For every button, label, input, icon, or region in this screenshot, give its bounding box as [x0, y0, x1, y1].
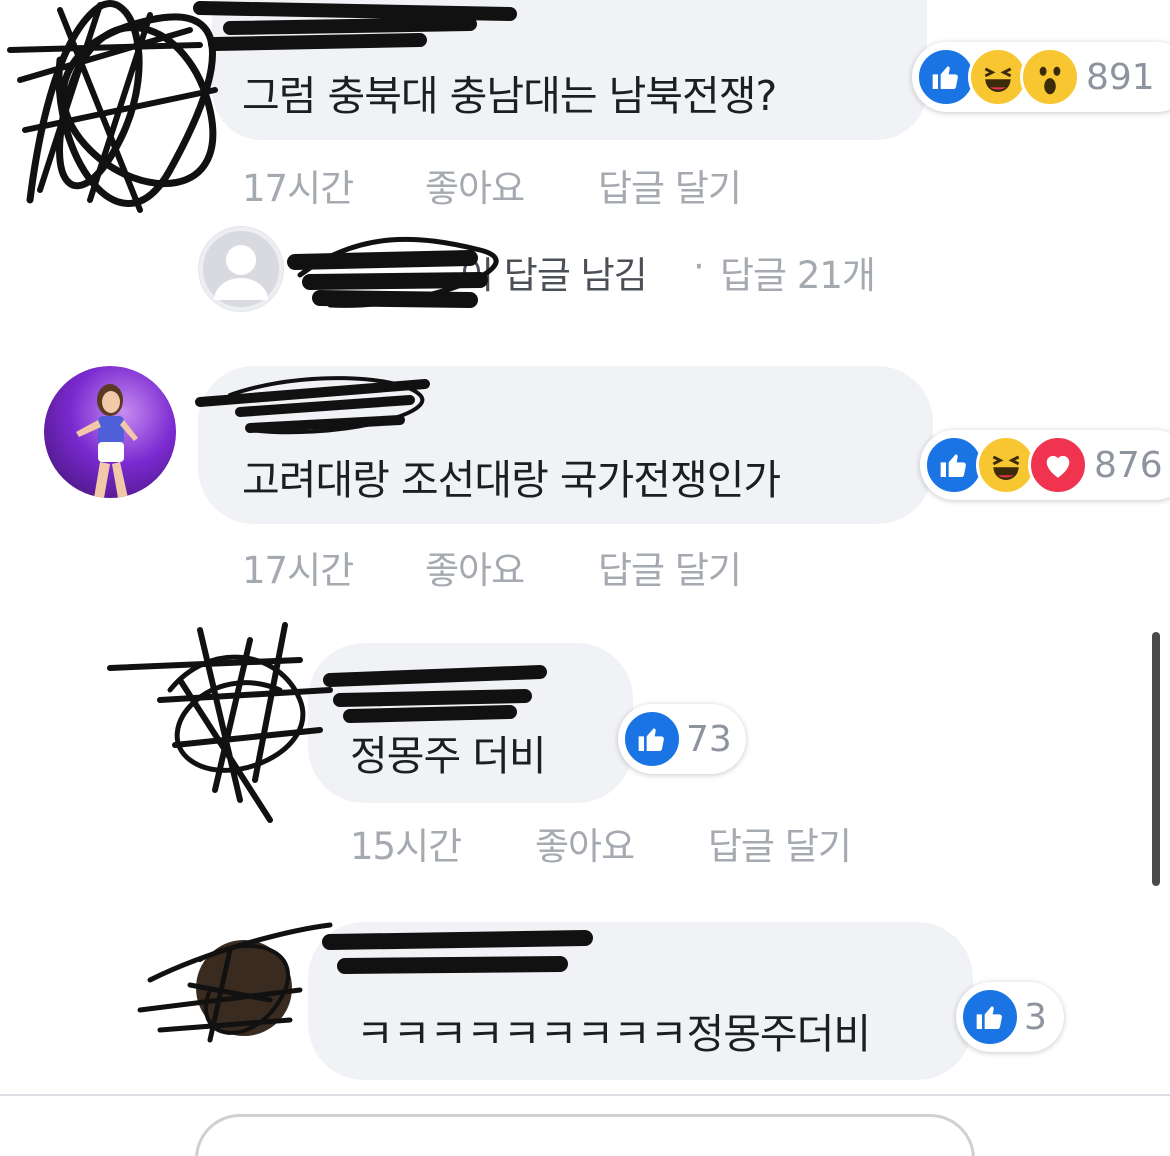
comment-input[interactable]	[195, 1114, 975, 1156]
commenter-avatar[interactable]	[44, 366, 176, 498]
reply-author-avatar[interactable]	[198, 226, 284, 312]
comment-time: 15시간	[350, 825, 462, 868]
divider	[0, 1094, 1170, 1096]
comment-time: 17시간	[242, 549, 354, 592]
replies-summary-author[interactable]: 이 답글 남김	[460, 245, 648, 299]
like-icon	[960, 987, 1020, 1047]
comment-time: 17시간	[242, 167, 354, 210]
like-link[interactable]: 좋아요	[425, 158, 525, 212]
reaction-count: 876	[1094, 444, 1163, 486]
reaction-summary[interactable]: 3	[956, 982, 1064, 1052]
haha-icon	[968, 47, 1028, 107]
reaction-summary[interactable]: 891	[912, 42, 1170, 112]
comment-text: 고려대랑 조선대랑 국가전쟁인가	[242, 456, 781, 504]
commenter-avatar[interactable]	[196, 940, 292, 1036]
like-icon	[916, 47, 976, 107]
profile-photo	[76, 384, 138, 498]
reply-link[interactable]: 답글 달기	[598, 158, 742, 212]
like-icon	[622, 709, 682, 769]
love-icon	[1028, 435, 1088, 495]
scrollbar[interactable]	[1152, 632, 1160, 886]
comment-text: 정몽주 더비	[350, 732, 547, 780]
reaction-count: 3	[1024, 996, 1047, 1038]
reply-link[interactable]: 답글 달기	[598, 540, 742, 594]
replies-summary-dot: ·	[693, 245, 705, 288]
reaction-summary[interactable]: 73	[618, 704, 746, 774]
reaction-count: 73	[686, 718, 732, 760]
wow-icon	[1020, 47, 1080, 107]
like-icon	[924, 435, 984, 495]
comment-text: ㅋㅋㅋㅋㅋㅋㅋㅋㅋ정몽주더비	[356, 1010, 871, 1058]
haha-icon	[976, 435, 1036, 495]
like-link[interactable]: 좋아요	[535, 816, 635, 870]
comment-text: 그럼 충북대 충남대는 남북전쟁?	[242, 72, 777, 120]
like-link[interactable]: 좋아요	[425, 540, 525, 594]
reaction-count: 891	[1086, 56, 1155, 98]
reaction-summary[interactable]: 876	[920, 430, 1170, 500]
replies-summary-count[interactable]: 답글 21개	[720, 245, 876, 299]
default-user-icon	[199, 227, 283, 311]
reply-link[interactable]: 답글 달기	[708, 816, 852, 870]
